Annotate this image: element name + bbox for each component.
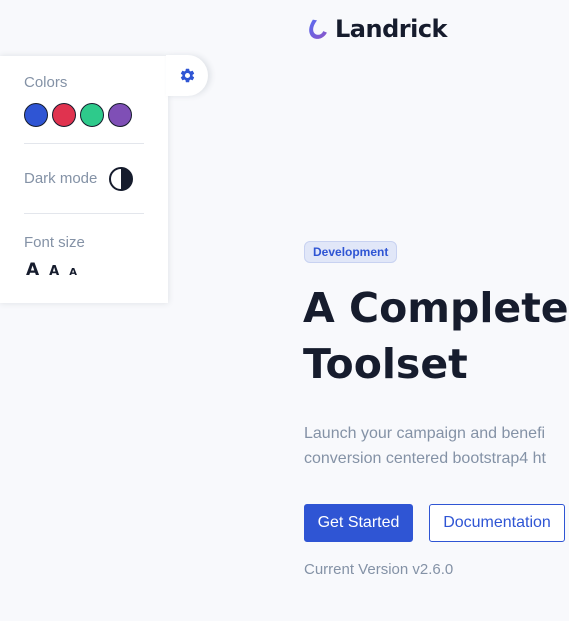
brand-name: Landrick xyxy=(335,15,448,43)
hero-title-line: Toolset xyxy=(303,340,468,388)
get-started-button[interactable]: Get Started xyxy=(304,504,413,542)
font-size-large-button[interactable]: A xyxy=(26,260,39,280)
brand-logo[interactable]: Landrick xyxy=(304,14,448,44)
colors-label: Colors xyxy=(24,74,68,91)
color-swatch-purple[interactable] xyxy=(108,103,132,127)
color-swatch-blue[interactable] xyxy=(24,103,48,127)
documentation-button[interactable]: Documentation xyxy=(429,504,565,542)
hero-description-line: conversion centered bootstrap4 ht xyxy=(304,450,546,467)
hero-title: A Complete Toolset xyxy=(303,280,569,392)
font-size-options: A A A xyxy=(26,260,77,283)
category-badge: Development xyxy=(304,241,398,263)
settings-toggle-button[interactable] xyxy=(166,55,208,96)
landrick-logo-icon xyxy=(309,19,327,39)
font-size-small-button[interactable]: A xyxy=(69,263,77,283)
divider xyxy=(24,213,144,214)
font-size-medium-button[interactable]: A xyxy=(49,262,59,282)
dark-mode-label: Dark mode xyxy=(24,170,98,187)
contrast-icon[interactable] xyxy=(108,166,134,192)
divider xyxy=(24,143,144,144)
version-text: Current Version v2.6.0 xyxy=(304,561,454,578)
hero-description-line: Launch your campaign and benefi xyxy=(304,425,546,442)
color-swatch-red[interactable] xyxy=(52,103,76,127)
hero-title-line: A Complete xyxy=(303,284,569,332)
font-size-label: Font size xyxy=(24,234,85,251)
color-swatches xyxy=(24,103,132,127)
hero-description: Launch your campaign and benefi conversi… xyxy=(304,421,546,471)
style-switcher-panel: Colors Dark mode Font size A A A xyxy=(0,56,168,303)
color-swatch-green[interactable] xyxy=(80,103,104,127)
gear-icon xyxy=(180,68,194,83)
dark-mode-row: Dark mode xyxy=(24,166,134,192)
